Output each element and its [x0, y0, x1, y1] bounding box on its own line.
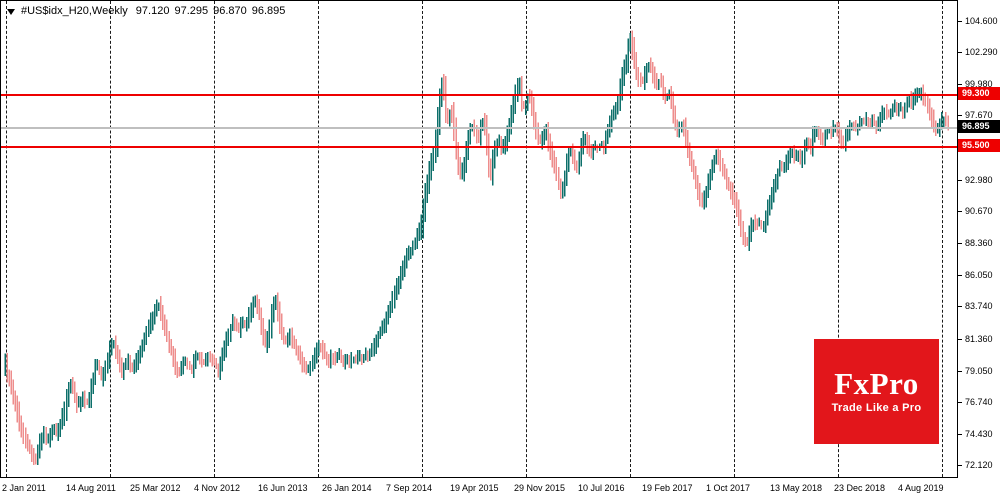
price-tick-label: 104.600: [965, 15, 998, 26]
current-price-tag: 96.895: [958, 120, 1000, 134]
current-price-line: [1, 126, 957, 129]
date-tick-label: 2 Jan 2011: [2, 483, 46, 493]
price-tick: [958, 433, 962, 435]
price-tick: [958, 242, 962, 244]
date-tick-label: 7 Sep 2014: [386, 483, 433, 493]
fxpro-logo: FxPro Trade Like a Pro: [814, 339, 939, 444]
price-tick: [958, 211, 962, 213]
price-tick: [958, 306, 962, 308]
open-value: 97.120: [135, 5, 170, 17]
date-tick-label: 10 Jul 2016: [578, 483, 625, 493]
date-tick-label: 19 Feb 2017: [642, 483, 693, 493]
support-line[interactable]: [1, 145, 957, 148]
price-tick-label: 83.740: [965, 301, 993, 312]
high-value: 97.295: [174, 5, 209, 17]
date-tick-label: 16 Jun 2013: [258, 483, 308, 493]
date-tick-label: 13 May 2018: [770, 483, 823, 493]
symbol-name: #US$idx_H20,Weekly: [21, 5, 128, 17]
price-tick-label: 72.120: [965, 460, 993, 471]
price-tick: [958, 465, 962, 467]
price-tick-label: 88.360: [965, 237, 993, 248]
price-tick: [958, 370, 962, 372]
chart-window: #US$idx_H20,Weekly 97.120 97.295 96.870 …: [0, 0, 1000, 500]
date-tick-label: 4 Aug 2019: [898, 483, 944, 493]
price-tick-label: 90.670: [965, 206, 993, 217]
price-axis[interactable]: 99.300 96.895 95.500 104.600 102.290 99.98…: [958, 0, 1000, 478]
price-tick: [958, 274, 962, 276]
price-tick: [958, 20, 962, 22]
date-tick-label: 25 Mar 2012: [130, 483, 181, 493]
price-tick-label: 76.740: [965, 397, 993, 408]
dropdown-triangle-icon[interactable]: [7, 8, 15, 15]
date-tick-label: 14 Aug 2011: [66, 483, 116, 493]
price-tick: [958, 338, 962, 340]
date-tick-label: 23 Dec 2018: [834, 483, 886, 493]
price-tick-label: 74.430: [965, 428, 993, 439]
low-value: 96.870: [213, 5, 247, 17]
time-axis[interactable]: 2 Jan 2011 14 Aug 2011 25 Mar 2012 4 Nov 20…: [0, 479, 958, 500]
price-tick-label: 86.050: [965, 269, 993, 280]
fxpro-tagline: Trade Like a Pro: [831, 402, 922, 414]
resistance-line[interactable]: [1, 93, 957, 96]
price-tick: [958, 83, 962, 85]
resistance-price-tag: 99.300: [958, 87, 1000, 101]
date-tick-label: 1 Oct 2017: [706, 483, 751, 493]
plot-area[interactable]: #US$idx_H20,Weekly 97.120 97.295 96.870 …: [0, 0, 958, 478]
price-tick-label: 102.290: [965, 47, 998, 58]
date-tick-label: 19 Apr 2015: [450, 483, 499, 493]
price-tick: [958, 402, 962, 404]
price-tick-label: 92.980: [965, 174, 993, 185]
date-tick-label: 29 Nov 2015: [514, 483, 566, 493]
fxpro-logo-text: FxPro: [834, 366, 919, 401]
symbol-ticker: #US$idx_H20,Weekly 97.120 97.295 96.870 …: [7, 5, 290, 17]
date-tick-label: 4 Nov 2012: [194, 483, 241, 493]
price-tick-label: 81.360: [965, 333, 993, 344]
date-tick-label: 26 Jan 2014: [322, 483, 372, 493]
price-tick-label: 79.050: [965, 365, 993, 376]
up-week-bars: [4, 32, 945, 466]
price-tick: [958, 52, 962, 54]
close-value: 96.895: [251, 5, 286, 17]
price-tick: [958, 115, 962, 117]
support-price-tag: 95.500: [958, 139, 1000, 153]
price-tick: [958, 179, 962, 181]
